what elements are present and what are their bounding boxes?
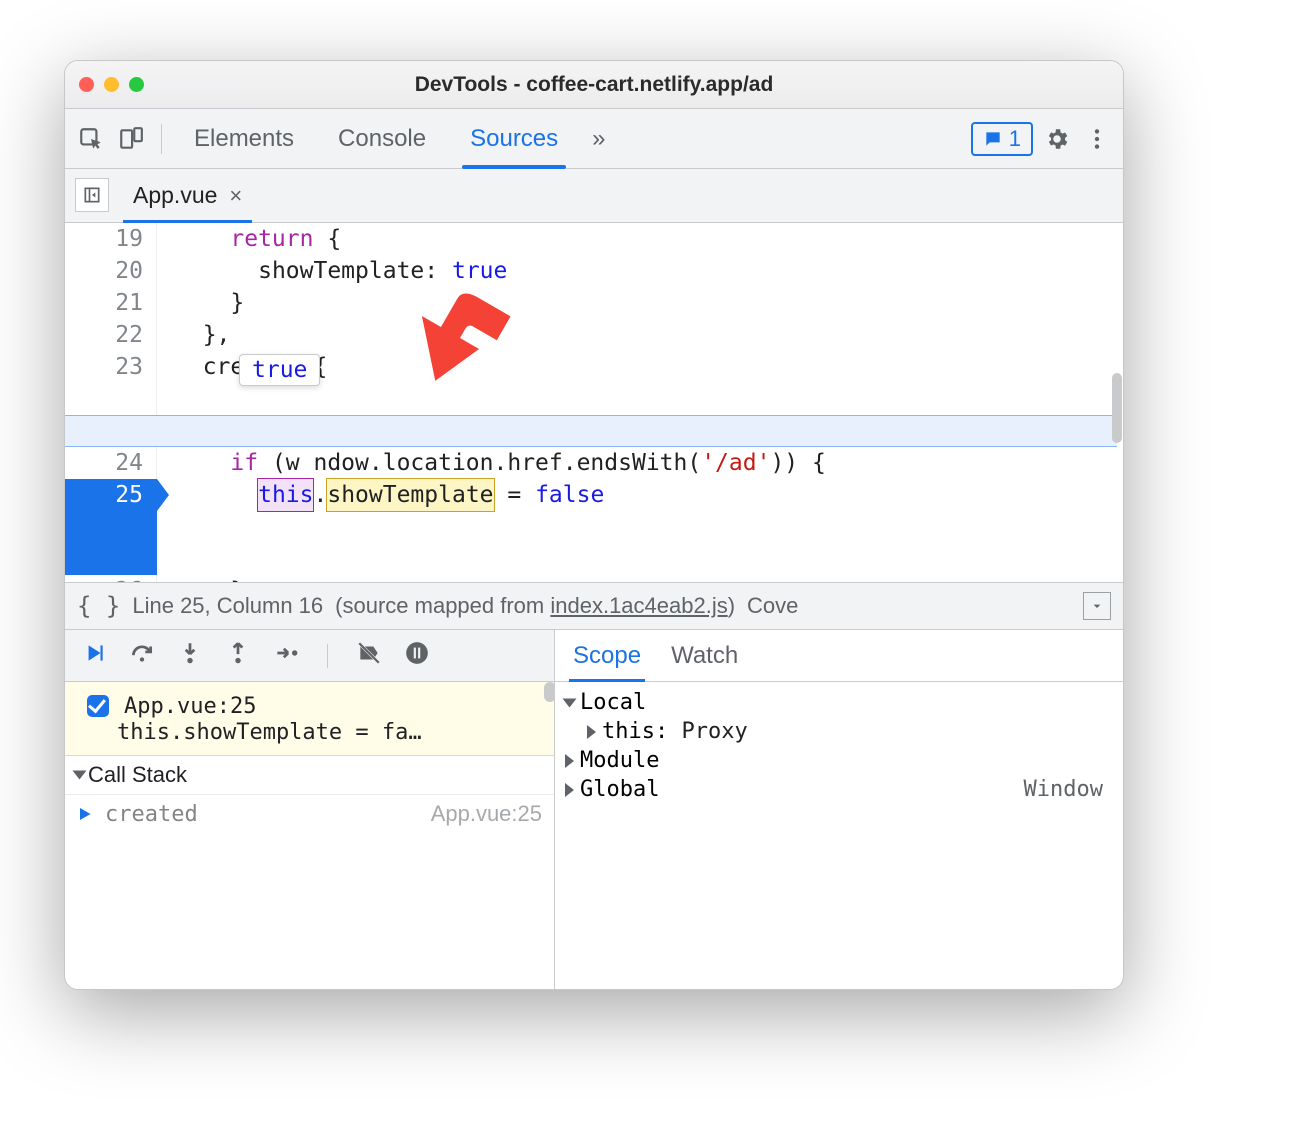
panel-tabs: Elements Console Sources » 1 — [65, 109, 1123, 169]
deactivate-breakpoints-button[interactable] — [356, 640, 382, 671]
devtools-window: DevTools - coffee-cart.netlify.app/ad El… — [64, 60, 1124, 990]
source-map-link[interactable]: index.1ac4eab2.js — [550, 593, 727, 618]
more-tabs-button[interactable]: » — [584, 109, 613, 168]
step-into-button[interactable] — [177, 640, 203, 671]
scope-watch-tabs: Scope Watch — [555, 630, 1123, 682]
tab-elements[interactable]: Elements — [176, 109, 312, 168]
chevron-down-icon — [73, 771, 87, 780]
separator — [161, 124, 162, 154]
current-frame-icon — [77, 805, 95, 823]
titlebar: DevTools - coffee-cart.netlify.app/ad — [65, 61, 1123, 109]
inspect-element-icon[interactable] — [75, 123, 107, 155]
issues-button[interactable]: 1 — [971, 122, 1033, 156]
scope-global-value: Window — [1024, 777, 1113, 802]
breakpoint-checkbox[interactable] — [87, 695, 109, 717]
file-tabs: App.vue × — [65, 169, 1123, 223]
file-tab-app-vue[interactable]: App.vue × — [119, 169, 256, 222]
tab-sources[interactable]: Sources — [452, 109, 576, 168]
file-tab-label: App.vue — [133, 182, 217, 209]
hover-value-tooltip: true — [239, 354, 320, 386]
status-dropdown-icon[interactable] — [1083, 592, 1111, 620]
step-button[interactable] — [273, 640, 299, 671]
show-navigator-icon[interactable] — [75, 178, 109, 212]
tab-watch[interactable]: Watch — [671, 630, 738, 681]
tab-scope[interactable]: Scope — [573, 630, 641, 681]
debug-toolbar — [65, 630, 554, 682]
scope-local[interactable]: Local — [565, 688, 1113, 717]
zoom-window-button[interactable] — [129, 77, 144, 92]
cursor-position: Line 25, Column 16 — [132, 593, 323, 619]
device-toolbar-icon[interactable] — [115, 123, 147, 155]
scrollbar-thumb[interactable] — [544, 682, 555, 702]
resume-button[interactable] — [81, 640, 107, 671]
tab-console[interactable]: Console — [320, 109, 444, 168]
minimize-window-button[interactable] — [104, 77, 119, 92]
close-tab-icon[interactable]: × — [229, 183, 242, 209]
right-debug-pane: Scope Watch Local this: Proxy Module Glo… — [555, 630, 1123, 989]
breakpoint-snippet: this.showTemplate = fa… — [83, 720, 540, 745]
window-title: DevTools - coffee-cart.netlify.app/ad — [65, 73, 1123, 97]
chevron-right-icon — [565, 754, 574, 768]
callstack-frame[interactable]: created App.vue:25 — [65, 795, 554, 833]
execution-line[interactable]: 25 this.showTemplate = false — [65, 479, 1123, 575]
separator — [327, 644, 328, 668]
issues-count: 1 — [1009, 126, 1021, 152]
traffic-lights — [79, 77, 144, 92]
coverage-label: Cove — [747, 593, 798, 619]
close-window-button[interactable] — [79, 77, 94, 92]
scope-global[interactable]: GlobalWindow — [565, 775, 1113, 804]
pretty-print-icon[interactable]: { } — [77, 592, 120, 620]
step-out-button[interactable] — [225, 640, 251, 671]
left-debug-pane: App.vue:25 this.showTemplate = fa… Call … — [65, 630, 555, 989]
frame-location: App.vue:25 — [431, 801, 542, 827]
breakpoint-card[interactable]: App.vue:25 this.showTemplate = fa… — [65, 682, 554, 756]
scope-module[interactable]: Module — [565, 746, 1113, 775]
source-editor[interactable]: 19 return { 20 showTemplate: true 21 } 2… — [65, 223, 1123, 582]
pause-on-exceptions-button[interactable] — [404, 640, 430, 671]
scope-this[interactable]: this: Proxy — [565, 717, 1113, 746]
debugger-panes: App.vue:25 this.showTemplate = fa… Call … — [65, 630, 1123, 989]
hover-target-this[interactable]: this — [258, 479, 313, 511]
callstack-header[interactable]: Call Stack — [65, 756, 554, 795]
breakpoint-location: App.vue:25 — [124, 694, 256, 719]
scope-tree: Local this: Proxy Module GlobalWindow — [555, 682, 1123, 810]
chevron-right-icon — [587, 725, 596, 739]
chevron-right-icon — [565, 783, 574, 797]
step-over-button[interactable] — [129, 640, 155, 671]
status-bar: { } Line 25, Column 16 (source mapped fr… — [65, 582, 1123, 630]
source-map-info: (source mapped from index.1ac4eab2.js) — [335, 593, 735, 619]
frame-name: created — [105, 802, 198, 827]
kebab-menu-icon[interactable] — [1081, 123, 1113, 155]
code-lines: 19 return { 20 showTemplate: true 21 } 2… — [65, 223, 1123, 582]
settings-gear-icon[interactable] — [1041, 123, 1073, 155]
hover-target-prop[interactable]: showTemplate — [327, 479, 493, 511]
chevron-down-icon — [563, 698, 577, 707]
